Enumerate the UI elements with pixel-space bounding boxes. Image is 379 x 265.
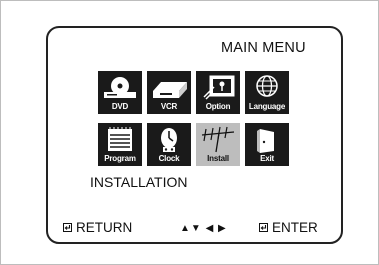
navigation-arrows: ▲▼ ◀ ▶	[180, 223, 227, 234]
main-menu-panel	[46, 26, 343, 244]
return-icon	[63, 223, 72, 232]
enter-icon	[259, 223, 268, 232]
menu-title: MAIN MENU	[221, 40, 306, 56]
menu-item-label: Install	[207, 154, 229, 163]
menu-item-label: Language	[248, 102, 286, 111]
menu-item-clock[interactable]: Clock	[147, 123, 191, 166]
menu-item-exit[interactable]: Exit	[245, 123, 289, 166]
menu-item-label: VCR	[160, 102, 178, 111]
menu-item-label: Option	[205, 102, 231, 111]
return-button[interactable]: RETURN	[63, 220, 132, 235]
menu-item-vcr[interactable]: VCR	[147, 71, 191, 114]
menu-item-label: Program	[104, 154, 136, 163]
menu-item-language[interactable]: Language	[245, 71, 289, 114]
menu-item-label: DVD	[111, 102, 129, 111]
menu-item-label: Clock	[158, 154, 180, 163]
return-label: RETURN	[76, 220, 133, 235]
menu-item-dvd[interactable]: DVD	[98, 71, 142, 114]
enter-label: ENTER	[272, 220, 318, 235]
enter-button[interactable]: ENTER	[259, 220, 318, 235]
menu-item-install[interactable]: Install	[196, 123, 240, 166]
menu-item-program[interactable]: Program	[98, 123, 142, 166]
menu-item-option[interactable]: Option	[196, 71, 240, 114]
menu-item-label: Exit	[260, 154, 274, 163]
selected-section-label: INSTALLATION	[90, 174, 188, 190]
